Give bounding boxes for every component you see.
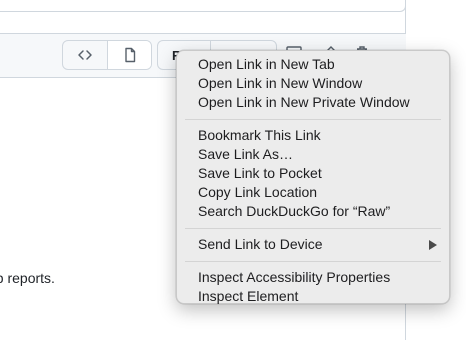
menu-item-open-new-tab[interactable]: Open Link in New Tab [177, 55, 449, 74]
menu-item-copy-link-location[interactable]: Copy Link Location [177, 183, 449, 202]
menu-item-search-duckduckgo[interactable]: Search DuckDuckGo for “Raw” [177, 202, 449, 221]
menu-separator [185, 261, 441, 262]
menu-item-inspect-accessibility[interactable]: Inspect Accessibility Properties [177, 268, 449, 287]
file-icon [124, 47, 135, 63]
menu-item-open-new-window[interactable]: Open Link in New Window [177, 74, 449, 93]
preview-view-button[interactable] [107, 41, 151, 69]
previous-panel [0, 0, 406, 12]
menu-separator [185, 228, 441, 229]
code-view-button[interactable] [63, 41, 107, 69]
menu-item-bookmark-link[interactable]: Bookmark This Link [177, 126, 449, 145]
menu-item-open-private-window[interactable]: Open Link in New Private Window [177, 93, 449, 112]
readme-text: ab reports. [0, 270, 55, 286]
chevron-right-icon [429, 240, 437, 250]
menu-item-save-link-as[interactable]: Save Link As… [177, 145, 449, 164]
view-toggle [62, 40, 152, 70]
menu-item-save-to-pocket[interactable]: Save Link to Pocket [177, 164, 449, 183]
code-icon [78, 50, 92, 60]
context-menu: Open Link in New Tab Open Link in New Wi… [176, 50, 450, 304]
menu-item-send-to-device[interactable]: Send Link to Device [177, 235, 449, 254]
menu-separator [185, 119, 441, 120]
menu-item-label: Send Link to Device [198, 236, 323, 252]
menu-item-inspect-element[interactable]: Inspect Element [177, 287, 449, 306]
